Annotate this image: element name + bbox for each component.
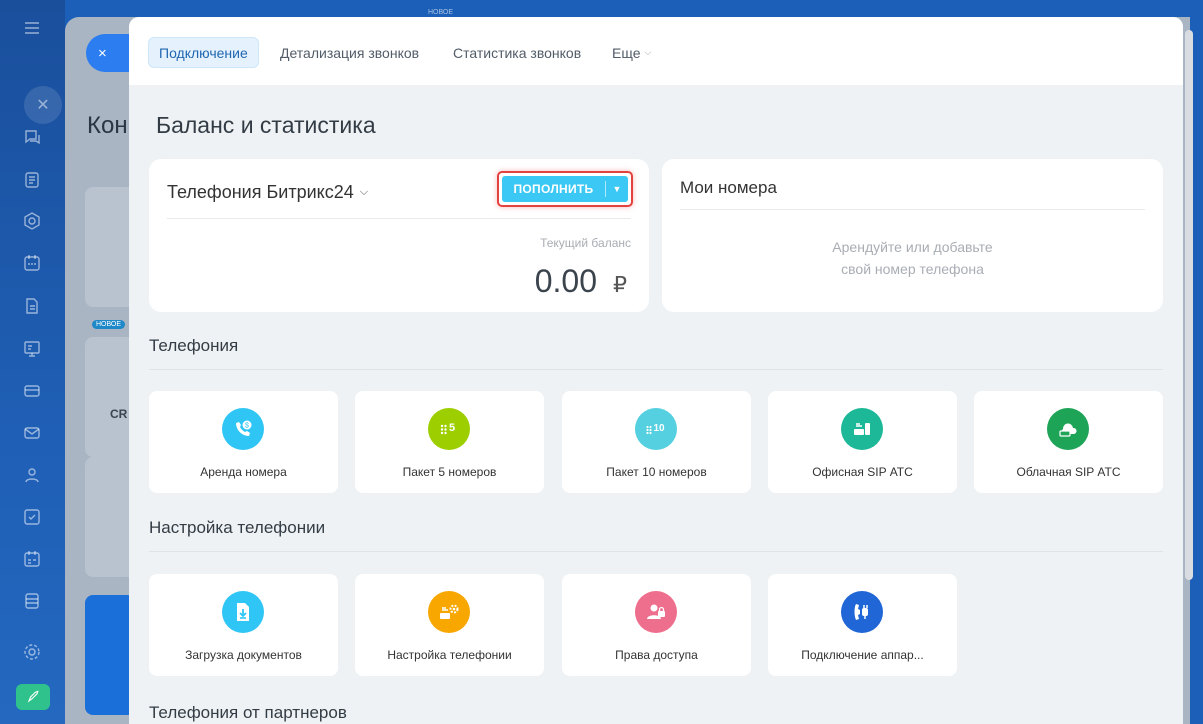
- contacts-icon[interactable]: [22, 465, 42, 485]
- tab-bar: Подключение Детализация звонков Статисти…: [129, 17, 1183, 85]
- background-blue-card: [85, 595, 135, 715]
- svg-text:$: $: [245, 423, 249, 430]
- calendar-icon[interactable]: [22, 253, 42, 273]
- access-rights-icon: [635, 591, 677, 633]
- currency-symbol: ₽: [613, 272, 627, 297]
- tile-cloud-sip[interactable]: Облачная SIP АТС: [974, 391, 1163, 493]
- package-5-icon: 5: [428, 408, 470, 450]
- my-numbers-title: Мои номера: [680, 178, 777, 197]
- telephony-settings-icon: [428, 591, 470, 633]
- office-sip-icon: [841, 408, 883, 450]
- svg-text:5: 5: [449, 422, 455, 434]
- background-new-badge: НОВОЕ: [92, 320, 126, 329]
- tile-connect-device[interactable]: Подключение аппар...: [768, 574, 957, 676]
- crm-icon[interactable]: [22, 211, 42, 231]
- settings-icon[interactable]: [22, 642, 42, 662]
- section-telephony: Телефония: [149, 336, 1163, 370]
- balance-panel: Телефония Битрикс24 ⌵ пополнить ▼ Текущий…: [149, 159, 649, 312]
- tile-package-5[interactable]: 5 Пакет 5 номеров: [355, 391, 544, 493]
- current-balance-label: Текущий баланс: [540, 236, 631, 250]
- background-card: [85, 337, 135, 457]
- documents-icon[interactable]: [22, 296, 42, 316]
- package-10-icon: 10: [635, 408, 677, 450]
- close-background-icon[interactable]: ✕: [24, 86, 62, 124]
- scrollbar[interactable]: [1185, 30, 1193, 580]
- background-card: [85, 457, 135, 577]
- background-title: Кон: [87, 112, 128, 139]
- tab-more[interactable]: Еще ⌵: [612, 37, 651, 68]
- new-badge-top: НОВОЕ: [428, 9, 454, 16]
- chevron-down-icon: ⌵: [359, 186, 369, 198]
- rocket-icon[interactable]: [16, 684, 50, 710]
- svg-text:10: 10: [653, 423, 665, 434]
- section-partners: Телефония от партнеров: [149, 703, 347, 722]
- my-numbers-panel: Мои номера Арендуйте или добавьте свой н…: [662, 159, 1163, 312]
- tab-connection[interactable]: Подключение: [148, 37, 259, 68]
- mail-icon[interactable]: [22, 423, 42, 443]
- tab-call-statistics[interactable]: Статистика звонков: [453, 37, 581, 68]
- tile-package-10[interactable]: 10 Пакет 10 номеров: [562, 391, 751, 493]
- tasks-icon[interactable]: [22, 507, 42, 527]
- tile-upload-docs[interactable]: Загрузка документов: [149, 574, 338, 676]
- caret-down-icon[interactable]: ▼: [606, 184, 628, 194]
- sites-icon[interactable]: [22, 339, 42, 359]
- topup-highlight: пополнить ▼: [497, 171, 633, 207]
- tab-call-details[interactable]: Детализация звонков: [280, 37, 419, 68]
- background-card: [85, 187, 135, 307]
- provider-selector[interactable]: Телефония Битрикс24 ⌵: [167, 182, 368, 203]
- close-slider-button[interactable]: ×: [86, 34, 132, 72]
- topup-button[interactable]: пополнить ▼: [502, 176, 628, 202]
- background-label: CR: [110, 407, 128, 421]
- booking-icon[interactable]: [22, 549, 42, 569]
- connect-device-icon: [841, 591, 883, 633]
- tile-office-sip[interactable]: Офисная SIP АТС: [768, 391, 957, 493]
- section-telephony-settings: Настройка телефонии: [149, 518, 1163, 552]
- tile-telephony-settings[interactable]: Настройка телефонии: [355, 574, 544, 676]
- chevron-down-icon: ⌵: [644, 47, 652, 57]
- page-title: Баланс и статистика: [156, 112, 376, 138]
- app-sidebar: ✕: [0, 0, 65, 724]
- tile-rent-number[interactable]: $ Аренда номера: [149, 391, 338, 493]
- upload-docs-icon: [222, 591, 264, 633]
- tile-access-rights[interactable]: Права доступа: [562, 574, 751, 676]
- my-numbers-hint: Арендуйте или добавьте свой номер телефо…: [832, 239, 993, 277]
- chat-icon[interactable]: [22, 127, 42, 147]
- balance-amount: 0.00 ₽: [534, 263, 627, 299]
- cloud-sip-icon: [1047, 408, 1089, 450]
- menu-icon[interactable]: [22, 18, 42, 38]
- feed-icon[interactable]: [22, 170, 42, 190]
- store-icon[interactable]: [22, 381, 42, 401]
- telephony-slider: Подключение Детализация звонков Статисти…: [129, 17, 1183, 724]
- company-icon[interactable]: [22, 591, 42, 611]
- rent-number-icon: $: [222, 408, 264, 450]
- close-icon: ×: [98, 44, 107, 62]
